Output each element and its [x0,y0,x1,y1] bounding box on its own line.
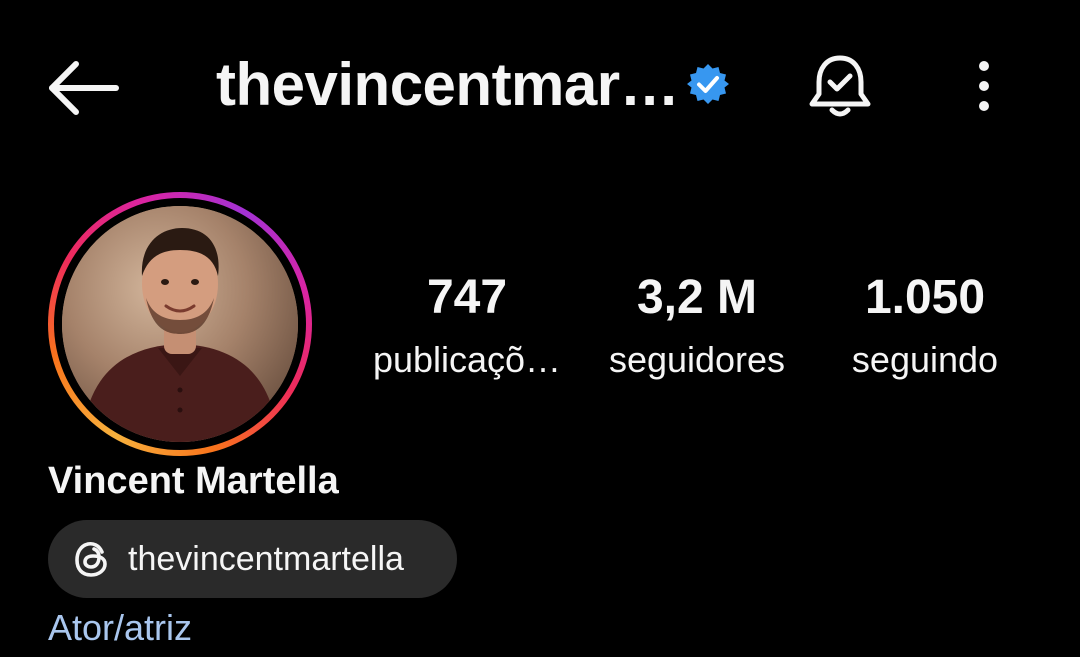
threads-profile-link[interactable]: thevincentmartella [48,520,457,598]
followers-count[interactable]: 3,2 M seguidores [592,270,802,382]
more-vertical-icon [979,61,989,111]
verified-badge-icon [686,62,730,106]
avatar [62,206,298,442]
back-button[interactable] [46,58,122,118]
posts-count-label: publicaçõ… [372,339,562,380]
followers-count-value: 3,2 M [636,271,758,324]
bell-check-icon [809,55,871,117]
following-count[interactable]: 1.050 seguindo [820,270,1030,382]
notifications-button[interactable] [806,50,874,120]
followers-count-label: seguidores [608,339,786,380]
more-options-button[interactable] [964,58,1004,114]
story-ring[interactable] [48,192,312,456]
profile-category[interactable]: Ator/atriz [48,606,192,650]
profile-username: thevincentmar… [216,51,680,118]
threads-handle: thevincentmartella [128,540,404,578]
profile-header: thevincentmar… [0,0,1080,170]
back-arrow-icon [49,61,119,115]
following-count-value: 1.050 [864,271,986,324]
posts-count-value: 747 [426,271,508,324]
threads-icon [75,541,107,577]
posts-count[interactable]: 747 publicaçõ… [362,270,572,382]
following-count-label: seguindo [851,339,999,380]
profile-photo [62,206,298,442]
profile-full-name: Vincent Martella [48,460,339,502]
